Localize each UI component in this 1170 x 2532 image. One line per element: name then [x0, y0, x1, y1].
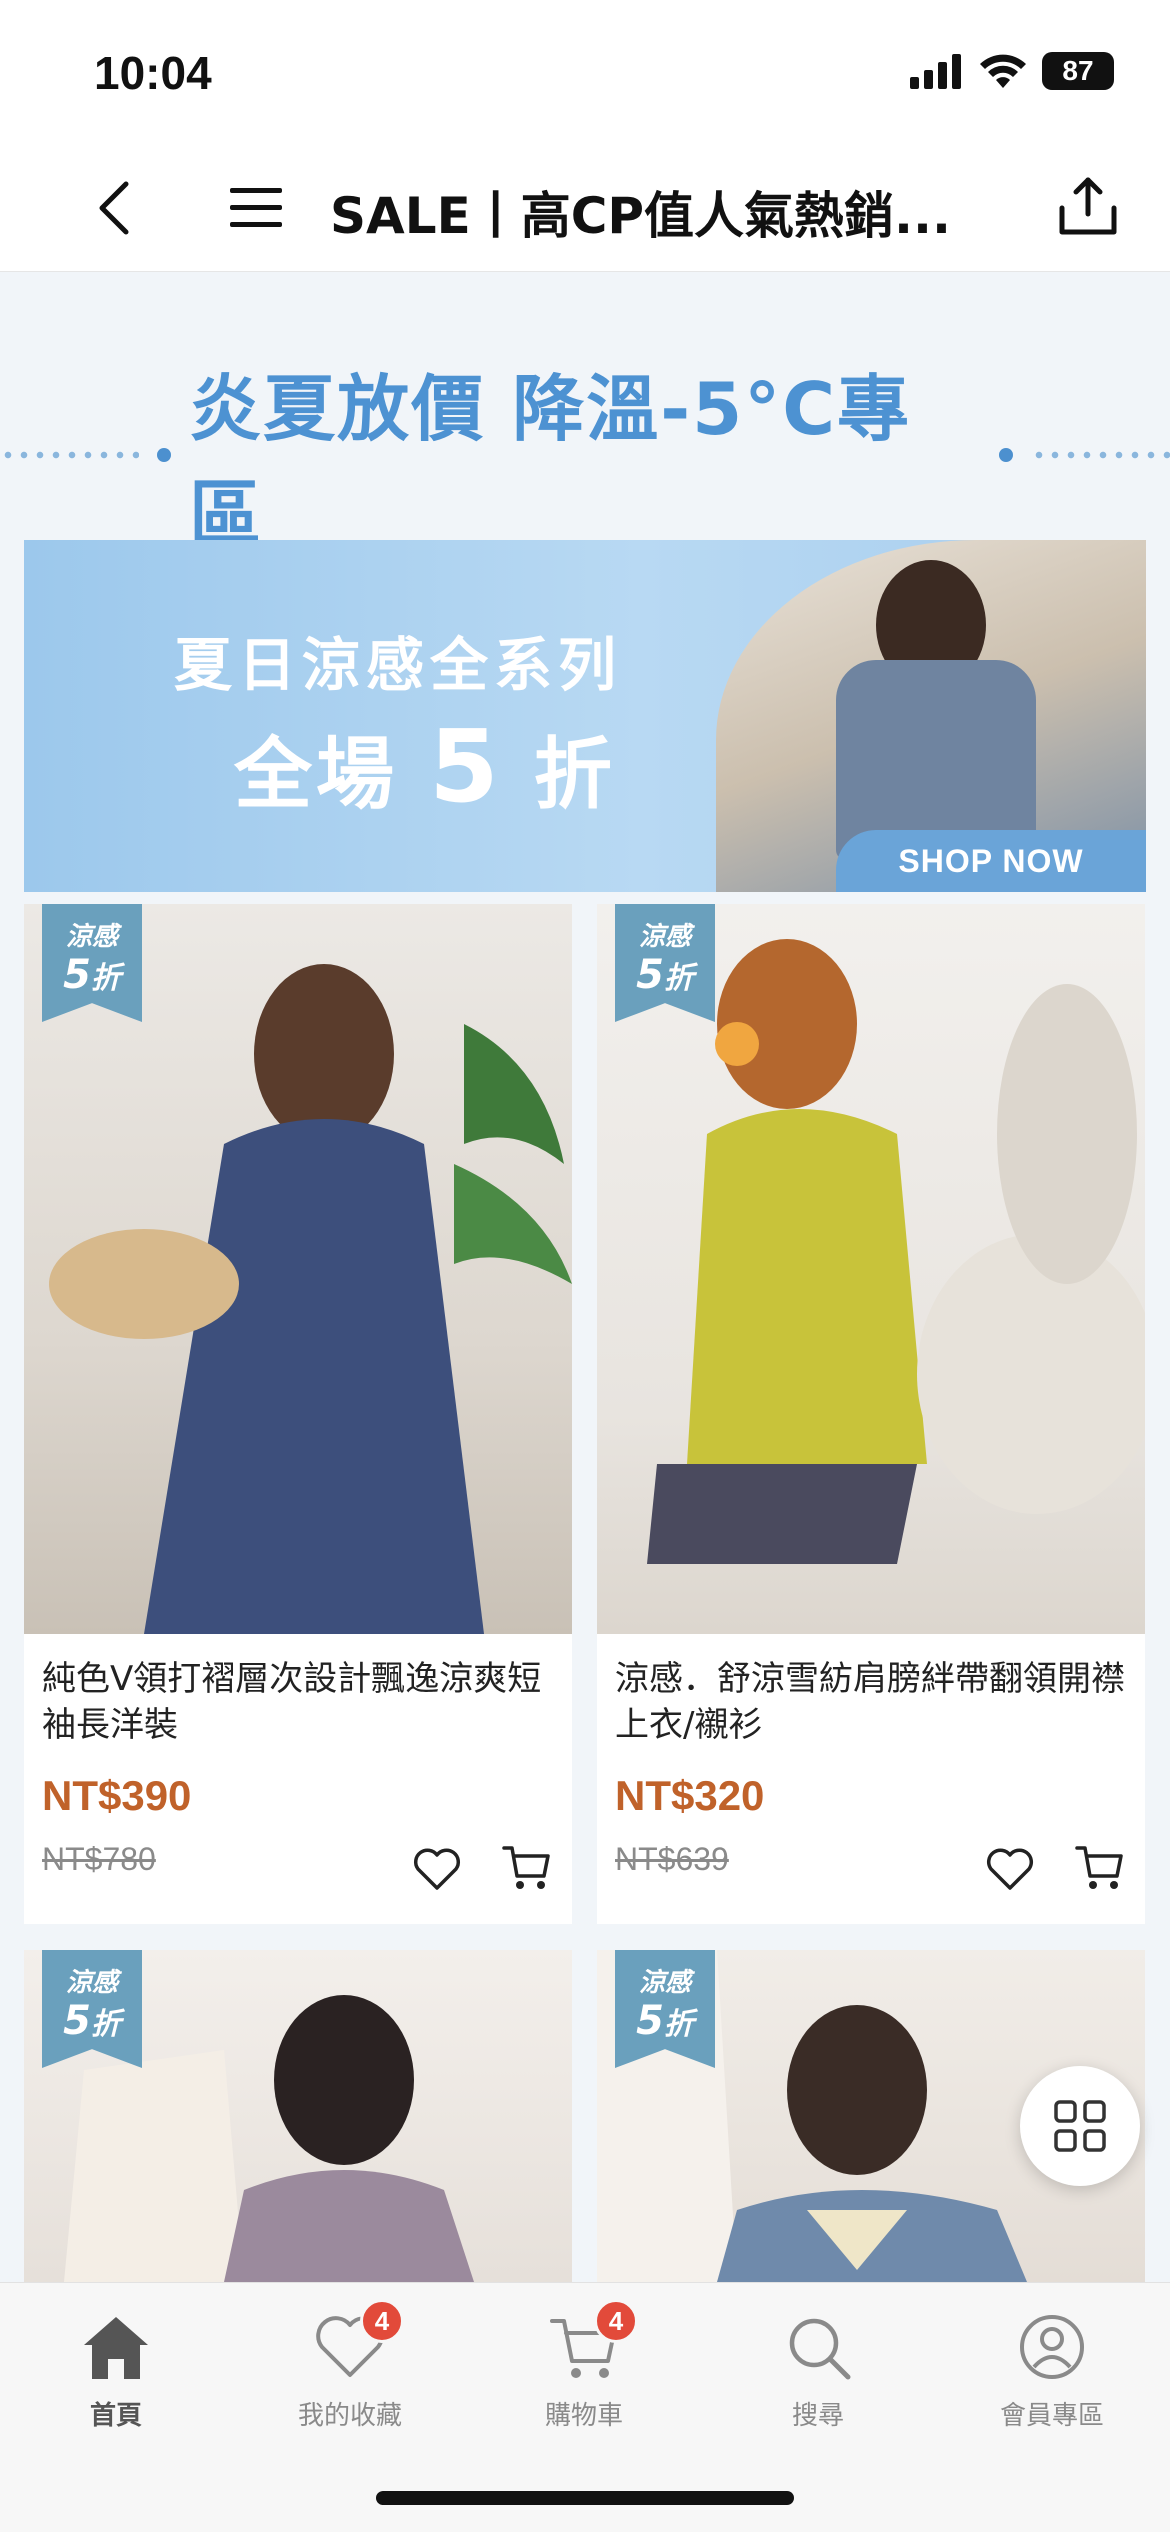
decorative-dot	[998, 448, 1013, 462]
battery-icon: 87	[1042, 52, 1114, 90]
tab-icon-wrap: 4	[310, 2299, 404, 2387]
product-photo	[647, 939, 1145, 1564]
tab-search[interactable]: 搜尋	[728, 2307, 908, 2457]
tab-member[interactable]: 會員專區	[962, 2307, 1142, 2457]
product-image[interactable]: 涼感 5折	[597, 904, 1145, 1634]
tab-favorites[interactable]: 4 我的收藏	[260, 2299, 440, 2457]
product-original-price: NT$780	[42, 1841, 156, 1877]
home-icon	[84, 2317, 148, 2379]
chevron-left-icon[interactable]	[90, 180, 140, 236]
hamburger-menu-icon[interactable]	[228, 182, 284, 232]
favorites-count-badge: 4	[360, 2299, 404, 2343]
product-card[interactable]: 涼感 5折 涼感．舒涼雪紡肩膀絆帶翻領開襟上衣/襯衫 NT$320 NT$639	[597, 904, 1145, 1924]
tab-home[interactable]: 首頁	[26, 2307, 206, 2457]
promo-discount-number: 5	[429, 708, 503, 825]
promo-discount-prefix: 全場	[234, 730, 399, 820]
decorative-dot	[157, 448, 172, 462]
heart-icon[interactable]	[412, 1846, 462, 1892]
signal-icon	[910, 54, 961, 89]
tab-label: 購物車	[544, 2401, 623, 2431]
cart-count-badge: 4	[594, 2299, 638, 2343]
status-bar: 10:04 87	[0, 0, 1170, 140]
product-photo	[49, 964, 572, 1634]
home-indicator	[376, 2491, 794, 2505]
tab-label: 首頁	[89, 2401, 142, 2431]
tab-label: 搜尋	[791, 2401, 844, 2431]
status-icons: 87	[910, 52, 1114, 90]
heart-icon[interactable]	[985, 1846, 1035, 1892]
promo-discount: 全場 5 折	[234, 708, 616, 825]
page-title: SALE丨高CP值人氣熱銷...	[330, 187, 952, 245]
product-name[interactable]: 純色V領打褶層次設計飄逸涼爽短袖長洋裝	[24, 1634, 572, 1752]
product-image[interactable]: 涼感 5折	[24, 1950, 572, 2282]
cart-icon[interactable]	[502, 1844, 552, 1892]
shop-now-button[interactable]: SHOP NOW	[836, 830, 1146, 892]
product-original-price: NT$639	[615, 1841, 729, 1877]
top-navigation-bar: SALE丨高CP值人氣熱銷...	[0, 140, 1170, 272]
product-name[interactable]: 涼感．舒涼雪紡肩膀絆帶翻領開襟上衣/襯衫	[597, 1634, 1145, 1752]
product-card[interactable]: 涼感 5折	[24, 1950, 572, 2282]
share-icon[interactable]	[1056, 174, 1120, 238]
section-heading: 炎夏放價 降溫-5°C專區	[0, 367, 1170, 556]
grid-view-button[interactable]	[1020, 2066, 1140, 2186]
search-icon	[789, 2318, 851, 2380]
tab-label: 我的收藏	[297, 2401, 402, 2431]
status-time: 10:04	[94, 47, 212, 99]
section-heading-text: 炎夏放價 降溫-5°C專區	[189, 367, 912, 556]
bottom-tab-bar: 首頁 4 我的收藏 4 購物車 搜尋 會員專區	[0, 2282, 1170, 2532]
product-image[interactable]: 涼感 5折	[24, 904, 572, 1634]
grid-icon	[1054, 2100, 1106, 2152]
product-price: NT$390	[42, 1772, 192, 1819]
cart-icon[interactable]	[1075, 1844, 1125, 1892]
wifi-icon	[980, 54, 1026, 88]
promo-discount-suffix: 折	[533, 730, 616, 820]
decorative-dots	[1030, 451, 1170, 459]
tab-cart[interactable]: 4 購物車	[494, 2299, 674, 2457]
tab-icon-wrap: 4	[544, 2299, 638, 2387]
user-icon	[1020, 2315, 1084, 2379]
decorative-dots	[0, 451, 140, 459]
product-card[interactable]: 涼感 5折 純色V領打褶層次設計飄逸涼爽短袖長洋裝 NT$390 NT$780	[24, 904, 572, 1924]
promo-banner[interactable]: 夏日涼感全系列 全場 5 折 SHOP NOW	[24, 540, 1146, 892]
promo-headline: 夏日涼感全系列	[174, 631, 623, 699]
product-price: NT$320	[615, 1772, 765, 1819]
tab-label: 會員專區	[999, 2401, 1104, 2431]
